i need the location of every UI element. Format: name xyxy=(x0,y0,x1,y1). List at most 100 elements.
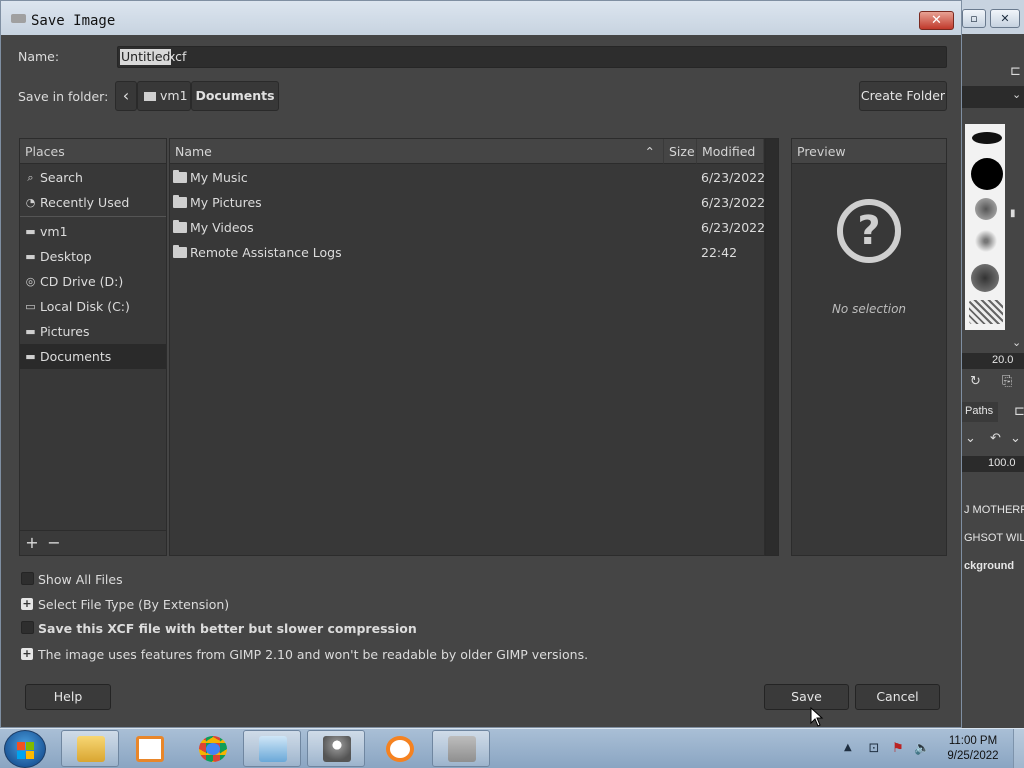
clock-time: 11:00 PM xyxy=(948,735,998,747)
layer-name[interactable]: GHSOT WIL xyxy=(964,532,1024,544)
place-documents[interactable]: ▬ Documents xyxy=(20,344,166,369)
folder-label: Save in folder: xyxy=(18,89,109,104)
save-button[interactable]: Save xyxy=(764,684,849,710)
preview-empty-text: No selection xyxy=(831,302,907,316)
bg-close-button[interactable]: ✕ xyxy=(990,9,1020,28)
places-pane: Places ⌕ Search ◔ Recently Used ▬ vm1 ▬ Desk… xyxy=(19,138,167,556)
create-folder-button[interactable]: Create Folder xyxy=(859,81,947,111)
action-center-icon[interactable]: ⚑ xyxy=(890,741,906,757)
place-cd-drive[interactable]: ◎ CD Drive (D:) xyxy=(20,269,166,294)
panel-menu-icon[interactable]: ⊏ xyxy=(1010,64,1021,79)
opacity-field[interactable]: 100.0 xyxy=(962,456,1024,472)
tab-paths[interactable]: Paths xyxy=(962,402,998,422)
file-name: My Videos xyxy=(190,220,254,235)
chevron-down-icon[interactable]: ⌄ xyxy=(965,431,976,446)
column-size[interactable]: Size xyxy=(664,139,697,164)
thumbnail-icon xyxy=(448,736,476,762)
show-hidden-icons[interactable]: ▲ xyxy=(844,742,852,753)
chevron-down-icon: ⌄ xyxy=(1012,88,1022,101)
help-button[interactable]: Help xyxy=(25,684,111,710)
close-button[interactable]: ✕ xyxy=(919,11,954,30)
compression-checkbox[interactable] xyxy=(21,621,34,634)
layer-name[interactable]: ckground xyxy=(964,560,1024,572)
place-label: Pictures xyxy=(40,324,90,339)
taskbar-gimp[interactable] xyxy=(307,730,365,767)
recent-icon: ◔ xyxy=(25,196,36,209)
file-row[interactable]: My Music 6/23/2022 xyxy=(170,165,765,190)
refresh-icon[interactable]: ↻ xyxy=(970,374,981,389)
add-bookmark-button[interactable]: + xyxy=(23,534,41,552)
place-recently-used[interactable]: ◔ Recently Used xyxy=(20,190,166,215)
taskbar-media-player[interactable] xyxy=(120,730,178,767)
column-name-label: Name xyxy=(175,144,212,159)
dialog-title: Save Image xyxy=(31,13,116,29)
compression-label[interactable]: Save this XCF file with better but slowe… xyxy=(38,621,417,636)
folder-icon xyxy=(173,195,187,208)
place-search[interactable]: ⌕ Search xyxy=(20,165,166,190)
start-button[interactable] xyxy=(4,730,46,768)
preview-pane: Preview ? No selection xyxy=(791,138,947,556)
brush-item[interactable] xyxy=(971,264,999,292)
brush-item[interactable] xyxy=(972,132,1002,144)
restore-button[interactable]: ▫ xyxy=(962,9,986,28)
place-desktop[interactable]: ▬ Desktop xyxy=(20,244,166,269)
network-icon[interactable]: ⊡ xyxy=(866,741,882,757)
show-all-files-checkbox[interactable] xyxy=(21,572,34,585)
show-desktop-button[interactable] xyxy=(1013,729,1024,768)
undo-icon[interactable]: ↶ xyxy=(990,431,1001,446)
clock-date: 9/25/2022 xyxy=(947,750,999,762)
place-label: CD Drive (D:) xyxy=(40,274,124,289)
column-modified[interactable]: Modified xyxy=(697,139,764,164)
place-vm1[interactable]: ▬ vm1 xyxy=(20,219,166,244)
file-row[interactable]: Remote Assistance Logs 22:42 xyxy=(170,240,764,265)
brush-item[interactable] xyxy=(971,158,1003,190)
filename-input[interactable]: Untitled .xcf xyxy=(117,46,947,68)
brush-selector[interactable]: ⌄ xyxy=(962,86,1024,108)
brush-item[interactable] xyxy=(975,198,997,220)
file-list-scrollbar[interactable] xyxy=(765,138,779,556)
place-label: Local Disk (C:) xyxy=(40,299,130,314)
file-row[interactable]: My Pictures 6/23/2022 xyxy=(170,190,765,215)
compatibility-notice[interactable]: The image uses features from GIMP 2.10 a… xyxy=(38,647,588,662)
avast-icon xyxy=(386,736,414,762)
taskbar-explorer[interactable] xyxy=(61,730,119,767)
remove-bookmark-button[interactable]: − xyxy=(45,534,63,552)
edit-icon[interactable]: ⎘ xyxy=(1002,374,1012,389)
brush-item[interactable] xyxy=(969,300,1003,324)
select-file-type-expander[interactable]: Select File Type (By Extension) xyxy=(38,597,229,612)
gimp-titlebar: ▫ ✕ xyxy=(962,0,1024,34)
file-name: My Music xyxy=(190,170,248,185)
place-local-disk[interactable]: ▭ Local Disk (C:) xyxy=(20,294,166,319)
name-label: Name: xyxy=(18,49,60,64)
layer-name[interactable]: J MOTHERFU xyxy=(964,504,1024,516)
column-name[interactable]: Name ⌃ xyxy=(170,139,664,164)
expander-plus-icon[interactable]: + xyxy=(21,598,33,610)
windows-logo-part xyxy=(17,751,25,759)
clock[interactable]: 11:00 PM 9/25/2022 xyxy=(942,734,1004,764)
panel-menu-icon[interactable]: ⊏ xyxy=(1014,404,1024,419)
spacing-field[interactable]: 20.0 xyxy=(962,353,1024,369)
windows-logo-part xyxy=(26,742,34,750)
places-footer: + − xyxy=(20,530,166,555)
brush-item[interactable] xyxy=(973,228,999,254)
hard-disk-icon: ▭ xyxy=(25,300,36,313)
show-all-files-label[interactable]: Show All Files xyxy=(38,572,123,587)
path-back-button[interactable]: ‹ xyxy=(115,81,137,111)
taskbar-avast[interactable] xyxy=(370,730,428,767)
taskbar-control-panel[interactable] xyxy=(243,730,301,767)
path-segment-vm1[interactable]: vm1 xyxy=(137,81,191,111)
chevron-down-icon[interactable]: ⌄ xyxy=(1012,336,1021,349)
expander-plus-icon[interactable]: + xyxy=(21,648,33,660)
chevron-down-icon[interactable]: ⌄ xyxy=(1010,431,1021,446)
place-pictures[interactable]: ▬ Pictures xyxy=(20,319,166,344)
brushes-grid[interactable] xyxy=(965,124,1005,330)
scroll-icon[interactable]: ▮ xyxy=(1010,208,1016,219)
taskbar-image-viewer[interactable] xyxy=(432,730,490,767)
cancel-button[interactable]: Cancel xyxy=(855,684,940,710)
volume-icon[interactable]: 🔈 xyxy=(914,741,930,757)
path-segment-documents[interactable]: Documents xyxy=(191,81,279,111)
places-header: Places xyxy=(20,139,166,164)
preview-header: Preview xyxy=(792,139,946,164)
file-row[interactable]: My Videos 6/23/2022 xyxy=(170,215,765,240)
taskbar-chrome[interactable] xyxy=(183,730,241,767)
